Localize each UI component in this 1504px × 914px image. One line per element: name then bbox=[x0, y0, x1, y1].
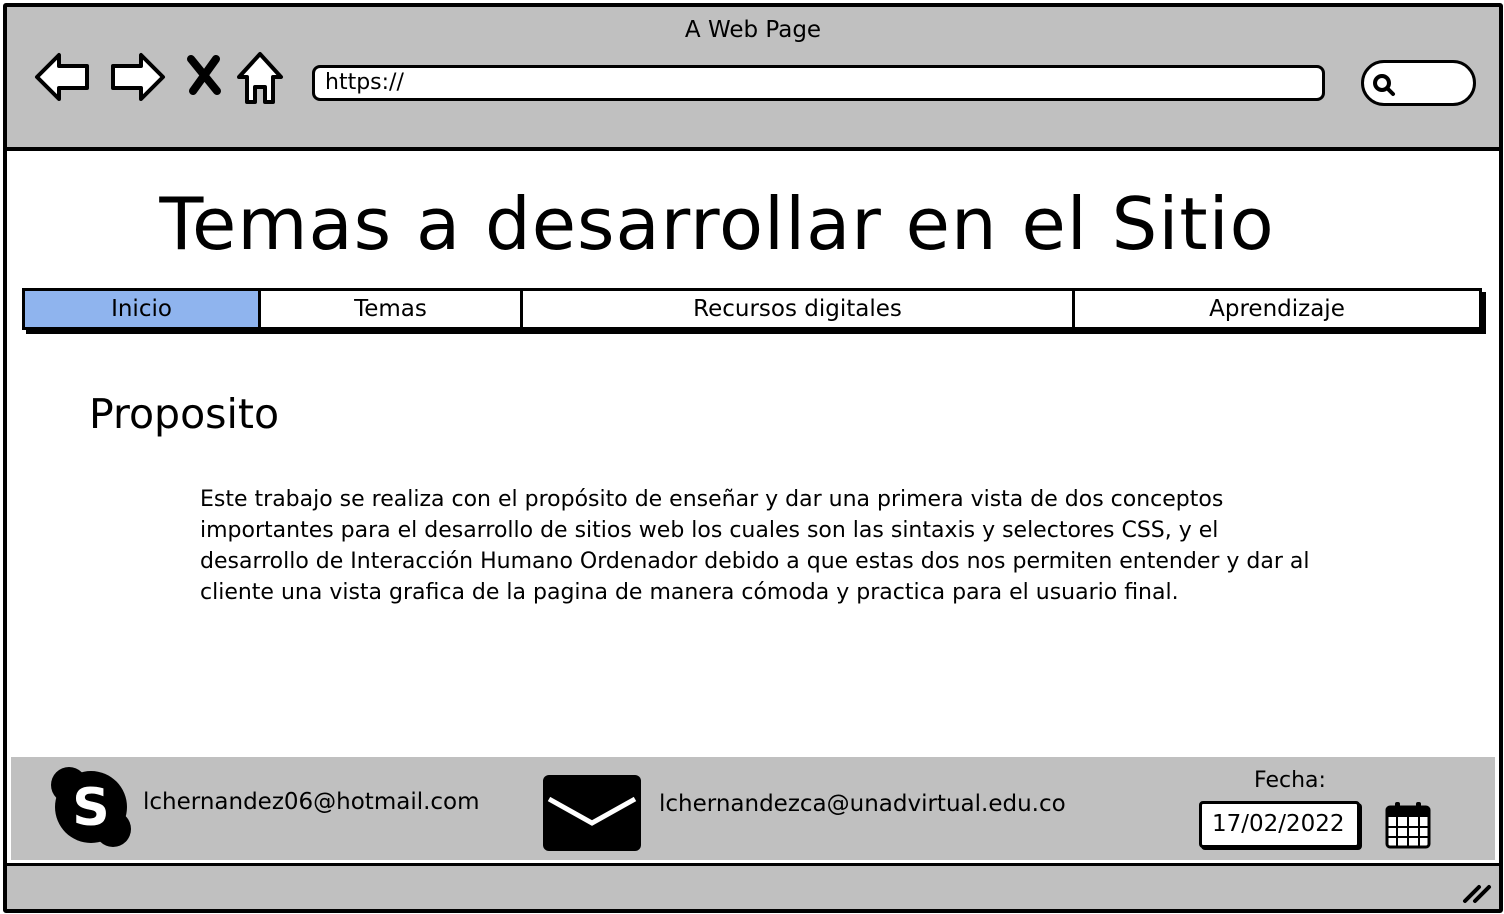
browser-toolbar: A Web Page https:// bbox=[7, 7, 1499, 151]
date-label: Fecha: bbox=[1254, 768, 1326, 793]
svg-text:S: S bbox=[72, 778, 109, 838]
url-input[interactable]: https:// bbox=[312, 65, 1325, 101]
mail-icon bbox=[543, 775, 641, 851]
tab-inicio[interactable]: Inicio bbox=[25, 291, 261, 327]
section-heading: Proposito bbox=[89, 390, 280, 438]
search-box[interactable] bbox=[1361, 60, 1476, 106]
date-field[interactable]: 17/02/2022 bbox=[1199, 801, 1360, 848]
footer: S lchernandez06@hotmail.com lchernandezc… bbox=[11, 757, 1495, 860]
home-icon[interactable] bbox=[235, 49, 285, 107]
nav-tabs: Inicio Temas Recursos digitales Aprendiz… bbox=[22, 288, 1482, 330]
tab-recursos-digitales[interactable]: Recursos digitales bbox=[523, 291, 1075, 327]
mail-email: lchernandezca@unadvirtual.edu.co bbox=[659, 791, 1066, 817]
status-bar bbox=[7, 863, 1499, 909]
page-title: Temas a desarrollar en el Sitio bbox=[159, 182, 1275, 266]
tab-temas[interactable]: Temas bbox=[261, 291, 523, 327]
calendar-icon[interactable] bbox=[1385, 801, 1431, 849]
forward-arrow-icon[interactable] bbox=[107, 47, 167, 107]
resize-handle-icon[interactable] bbox=[1461, 879, 1493, 905]
skype-icon: S bbox=[51, 767, 131, 847]
purpose-paragraph: Este trabajo se realiza con el propósito… bbox=[200, 487, 1310, 605]
window-title: A Web Page bbox=[684, 17, 822, 43]
tab-aprendizaje[interactable]: Aprendizaje bbox=[1075, 291, 1479, 327]
search-icon bbox=[1373, 74, 1395, 96]
close-x-icon[interactable] bbox=[185, 55, 223, 95]
skype-email: lchernandez06@hotmail.com bbox=[143, 789, 480, 815]
back-arrow-icon[interactable] bbox=[33, 47, 93, 107]
browser-window: A Web Page https:// Temas a desarrollar … bbox=[3, 3, 1503, 913]
